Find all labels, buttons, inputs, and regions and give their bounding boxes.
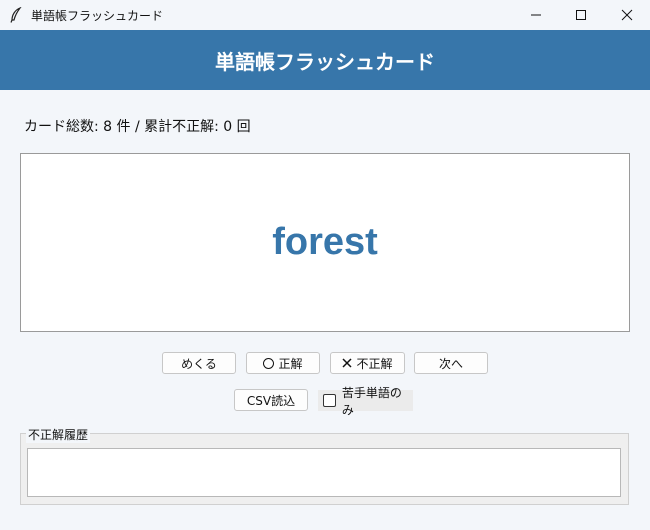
- wrong-button-label: 不正解: [356, 356, 393, 371]
- stats-label: カード総数: 8 件 / 累計不正解: 0 回: [24, 119, 251, 135]
- minimize-button[interactable]: [513, 0, 559, 30]
- correct-button[interactable]: 正解: [246, 352, 320, 374]
- close-button[interactable]: [604, 0, 650, 30]
- header-title: 単語帳フラッシュカード: [215, 49, 435, 74]
- weak-words-only-label: 苦手単語のみ: [341, 385, 402, 417]
- maximize-button[interactable]: [558, 0, 604, 30]
- flashcard[interactable]: forest: [20, 153, 630, 332]
- card-word: forest: [272, 221, 378, 263]
- wrong-button[interactable]: 不正解: [330, 352, 405, 374]
- flip-button[interactable]: めくる: [162, 352, 236, 374]
- feather-icon: [10, 7, 22, 23]
- correct-button-label: 正解: [278, 356, 303, 371]
- csv-load-button[interactable]: CSV読込: [234, 389, 308, 411]
- cross-icon: [342, 358, 353, 368]
- checkbox-box[interactable]: [323, 394, 336, 407]
- next-button[interactable]: 次へ: [414, 352, 488, 374]
- app-header: 単語帳フラッシュカード: [0, 30, 650, 90]
- history-list[interactable]: [27, 448, 621, 497]
- circle-icon: [263, 357, 275, 369]
- next-button-label: 次へ: [438, 356, 463, 371]
- title-bar: 単語帳フラッシュカード: [0, 0, 650, 30]
- maximize-icon: [576, 10, 586, 20]
- history-group-label: 不正解履歴: [26, 426, 91, 443]
- csv-load-button-label: CSV読込: [246, 393, 296, 408]
- flip-button-label: めくる: [181, 356, 217, 371]
- close-icon: [621, 9, 633, 21]
- window-title: 単語帳フラッシュカード: [31, 9, 164, 23]
- weak-words-only-checkbox[interactable]: 苦手単語のみ: [318, 386, 413, 417]
- minimize-icon: [531, 14, 541, 16]
